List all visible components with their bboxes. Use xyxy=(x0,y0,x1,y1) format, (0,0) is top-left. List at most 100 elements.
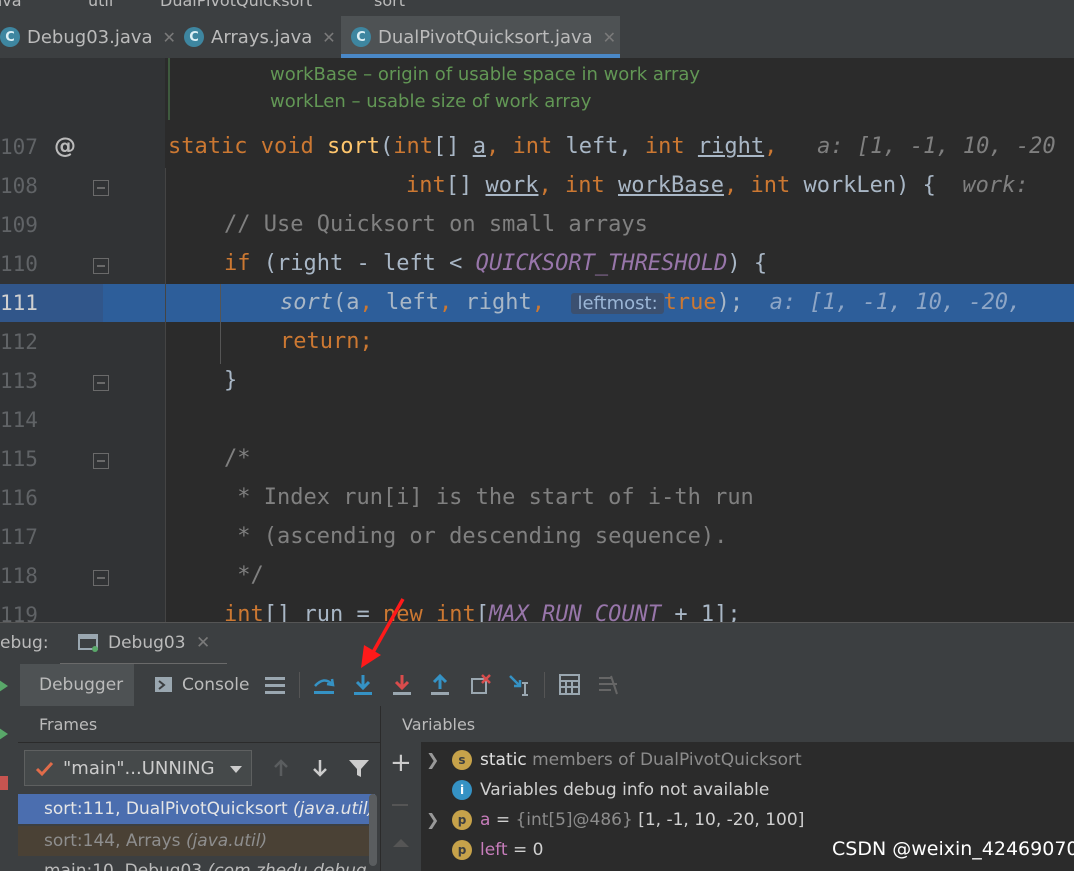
force-step-into-icon[interactable] xyxy=(391,673,413,697)
filter-icon[interactable] xyxy=(348,758,370,778)
expand-arrow-icon: ❯ xyxy=(426,810,440,829)
variables-header: Variables xyxy=(381,706,1074,743)
annotation-arrow-icon xyxy=(361,598,405,668)
add-watch-icon[interactable]: + xyxy=(390,748,412,778)
close-icon[interactable]: ✕ xyxy=(322,28,335,47)
tab-dualpivotquicksort[interactable]: C DualPivotQuicksort.java ✕ xyxy=(341,16,620,58)
java-class-icon: C xyxy=(0,27,20,47)
variable-row[interactable]: ❯ s static members of DualPivotQuicksort xyxy=(426,746,802,774)
breadcrumb-item[interactable]: util xyxy=(88,0,113,10)
debug-session-bar: ebug: Debug03 ✕ xyxy=(0,622,1074,666)
javadoc-border xyxy=(168,58,170,120)
inline-debug-value: a: [1, -1, 10, -20 xyxy=(817,134,1056,159)
fold-icon[interactable] xyxy=(93,375,109,391)
frames-scrollbar[interactable] xyxy=(369,794,377,866)
breadcrumb-item[interactable]: DualPivotQuicksort xyxy=(160,0,312,10)
line-number: 107 xyxy=(0,135,38,159)
override-marker-icon[interactable]: @ xyxy=(54,134,76,159)
frame-item[interactable]: sort:111, DualPivotQuicksort (java.util) xyxy=(18,794,375,824)
tab-debugger[interactable]: Debugger xyxy=(20,664,134,706)
step-out-icon[interactable] xyxy=(429,673,451,697)
code-line-111: sort(a, left, right, leftmost: true); a: … xyxy=(280,290,1035,315)
line-number: 116 xyxy=(0,486,38,510)
thread-select[interactable]: "main"...UNNING xyxy=(24,750,252,786)
indent-guide xyxy=(165,168,166,622)
code-line-115: /* xyxy=(224,446,251,471)
code-line-112: return; xyxy=(280,329,373,354)
code-line-109: // Use Quicksort on small arrays xyxy=(224,212,648,237)
line-number: 117 xyxy=(0,525,38,549)
inline-debug-value: a: [1, -1, 10, -20, xyxy=(769,290,1035,315)
indent-guide xyxy=(220,284,221,364)
debugger-toolbar: Debugger Console xyxy=(0,664,1074,707)
tab-label: DualPivotQuicksort.java xyxy=(378,26,593,48)
parameter-badge-icon: p xyxy=(452,840,472,860)
close-icon[interactable]: ✕ xyxy=(163,28,176,47)
editor-tab-bar: C Debug03.java ✕ C Arrays.java ✕ C DualP… xyxy=(0,16,1074,59)
variables-toolbar: + xyxy=(381,742,421,871)
code-line-116: * Index run[i] is the start of i-th run xyxy=(224,485,754,510)
inline-debug-value: work: xyxy=(962,173,1042,198)
frame-item[interactable]: main:10, Debug03 (com.zhedu.debug xyxy=(18,858,375,871)
fold-icon[interactable] xyxy=(93,570,109,586)
tab-debug03[interactable]: C Debug03.java ✕ xyxy=(0,16,176,58)
watermark: CSDN @weixin_42469070 xyxy=(832,838,1074,860)
variable-row[interactable]: ❯ p a = {int[5]@486} [1, -1, 10, -20, 100] xyxy=(426,806,804,834)
code-line-107: static void sort(int[] a, int left, int … xyxy=(168,134,1056,159)
toolbar-separator xyxy=(544,672,545,698)
trace-icon[interactable] xyxy=(597,674,619,696)
debug-label: ebug: xyxy=(0,633,49,653)
layout-menu-icon[interactable] xyxy=(264,676,286,694)
javadoc-line: workLen – usable size of work array xyxy=(270,91,592,112)
chevron-down-icon xyxy=(230,766,242,773)
line-number: 115 xyxy=(0,447,38,471)
tab-label: Debug03.java xyxy=(27,26,153,48)
info-icon: i xyxy=(452,780,472,800)
fold-icon[interactable] xyxy=(93,453,109,469)
breadcrumb-item[interactable]: sort xyxy=(374,0,405,10)
frame-item[interactable]: sort:144, Arrays (java.util) xyxy=(18,826,375,856)
step-into-icon[interactable] xyxy=(352,673,374,697)
console-icon xyxy=(155,677,172,692)
close-icon[interactable]: ✕ xyxy=(196,633,210,653)
arrow-down-icon[interactable] xyxy=(311,758,329,778)
drop-frame-icon[interactable] xyxy=(469,673,493,697)
remove-watch-icon[interactable] xyxy=(392,804,408,806)
rerun-icon[interactable] xyxy=(0,676,10,696)
move-up-icon[interactable] xyxy=(392,837,410,849)
line-number: 114 xyxy=(0,408,38,432)
tab-console[interactable]: Console xyxy=(150,664,260,706)
code-line-117: * (ascending or descending sequence). xyxy=(224,524,728,549)
line-number: 118 xyxy=(0,564,38,588)
evaluate-expression-icon[interactable] xyxy=(559,674,581,696)
step-over-icon[interactable] xyxy=(312,674,336,696)
java-class-icon: C xyxy=(351,27,371,47)
close-icon[interactable]: ✕ xyxy=(603,28,616,47)
line-number: 119 xyxy=(0,603,38,622)
variable-row[interactable]: p left = 0 xyxy=(426,836,543,864)
line-number: 112 xyxy=(0,330,38,354)
fold-icon[interactable] xyxy=(93,180,109,196)
parameter-hint: leftmost: xyxy=(571,293,664,314)
breadcrumb-item[interactable]: java xyxy=(0,0,22,10)
breadcrumb: java util DualPivotQuicksort sort xyxy=(0,0,1074,16)
toolbar-separator xyxy=(299,672,300,698)
javadoc-line: workBase – origin of usable space in wor… xyxy=(270,64,701,85)
debug-side-strip xyxy=(0,680,18,871)
line-number: 109 xyxy=(0,213,38,237)
tab-label: Arrays.java xyxy=(211,26,313,48)
parameter-badge-icon: p xyxy=(452,810,472,830)
line-number: 113 xyxy=(0,369,38,393)
debug-session-tab[interactable]: Debug03 ✕ xyxy=(60,623,227,666)
code-line-113: } xyxy=(224,368,238,393)
arrow-up-icon[interactable] xyxy=(272,758,290,778)
run-to-cursor-icon[interactable] xyxy=(508,673,532,697)
variable-row[interactable]: i Variables debug info not available xyxy=(426,776,769,804)
code-line-119: int[] run = new int[MAX_RUN_COUNT + 1]; xyxy=(224,602,741,622)
resume-icon[interactable] xyxy=(0,724,10,744)
code-editor[interactable]: workBase – origin of usable space in wor… xyxy=(0,58,1074,622)
fold-icon[interactable] xyxy=(93,258,109,274)
code-line-118: */ xyxy=(224,563,264,588)
tab-arrays[interactable]: C Arrays.java ✕ xyxy=(184,16,340,58)
stop-icon[interactable] xyxy=(0,776,8,790)
